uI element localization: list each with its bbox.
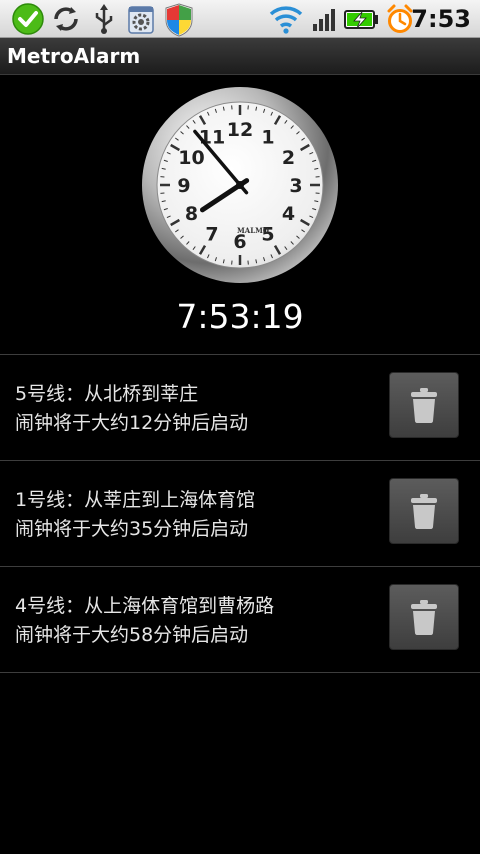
alarm-list: 5号线：从北桥到莘庄 闹钟将于大约12分钟后启动 1号线：从莘庄到上海体育馆 闹…: [0, 354, 480, 673]
status-time: 7:53: [411, 5, 471, 33]
clock-brand: MALMO: [237, 226, 269, 235]
clock-panel: 12 1 2 3 4 5 6 7 8 9 10 11 MALMO 7:53:19: [0, 75, 480, 354]
check-circle-icon: [10, 2, 46, 40]
status-bar: 7:53: [0, 0, 480, 38]
shield-icon: [163, 2, 195, 42]
settings-app-icon: [126, 2, 156, 40]
alarm-item[interactable]: 1号线：从莘庄到上海体育馆 闹钟将于大约35分钟后启动: [0, 460, 480, 566]
trash-icon: [411, 600, 437, 635]
wifi-icon: [268, 2, 304, 40]
delete-alarm-button[interactable]: [389, 372, 459, 438]
battery-charging-icon: [342, 2, 380, 40]
alarm-countdown: 闹钟将于大约12分钟后启动: [15, 412, 249, 434]
dial-numeral: 11: [199, 127, 225, 149]
dial-numeral: 3: [289, 175, 302, 197]
dial-numeral: 10: [178, 147, 204, 169]
alarm-item[interactable]: 5号线：从北桥到莘庄 闹钟将于大约12分钟后启动: [0, 354, 480, 460]
dial-numeral: 9: [177, 175, 190, 197]
delete-alarm-button[interactable]: [389, 478, 459, 544]
signal-icon: [310, 2, 340, 40]
hands-pivot: [236, 181, 244, 189]
analog-clock: 12 1234567891011 MALMO: [142, 87, 338, 283]
dial-numeral: 7: [205, 223, 218, 245]
alarm-item[interactable]: 4号线：从上海体育馆到曹杨路 闹钟将于大约58分钟后启动: [0, 566, 480, 673]
app-title: MetroAlarm: [7, 44, 141, 68]
usb-icon: [92, 2, 116, 40]
digital-time: 7:53:19: [176, 297, 304, 336]
alarm-countdown: 闹钟将于大约35分钟后启动: [15, 518, 249, 540]
alarm-route: 4号线：从上海体育馆到曹杨路: [15, 595, 275, 617]
dial-numeral: 1: [261, 127, 274, 149]
trash-icon: [411, 494, 437, 529]
dial-numeral: 8: [185, 203, 198, 225]
dial-numeral: 2: [282, 147, 295, 169]
app-title-bar: MetroAlarm: [0, 38, 480, 75]
alarm-countdown: 闹钟将于大约58分钟后启动: [15, 624, 249, 646]
alarm-route: 5号线：从北桥到莘庄: [15, 383, 199, 405]
sync-icon: [51, 2, 81, 40]
dial-numeral: 12: [227, 119, 253, 141]
trash-icon: [411, 388, 437, 423]
delete-alarm-button[interactable]: [389, 584, 459, 650]
alarm-route: 1号线：从莘庄到上海体育馆: [15, 489, 256, 511]
dial-numeral: 4: [282, 203, 295, 225]
